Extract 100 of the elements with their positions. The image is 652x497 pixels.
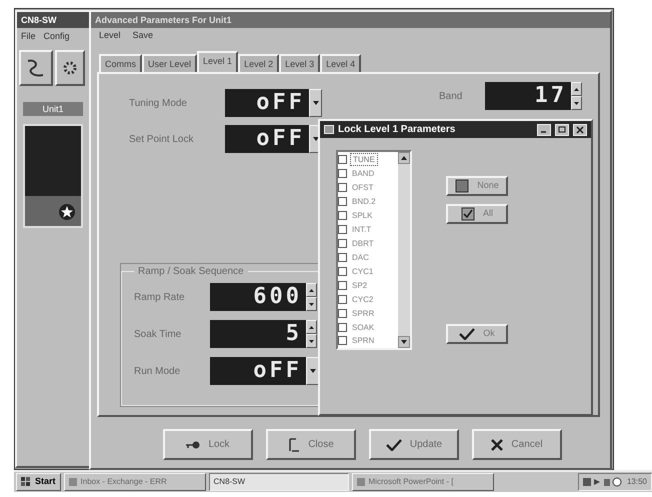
- close-button[interactable]: [573, 124, 587, 136]
- spin-down-button[interactable]: [571, 96, 582, 110]
- down-arrow-icon: [401, 340, 407, 344]
- list-item[interactable]: DBRT: [350, 238, 376, 249]
- value-display: oFF: [225, 89, 309, 117]
- checkbox[interactable]: [338, 308, 347, 318]
- dialog-button[interactable]: Close: [266, 429, 356, 460]
- checkbox[interactable]: [338, 211, 347, 220]
- tab[interactable]: Level 4: [320, 54, 362, 72]
- tab[interactable]: Comms: [99, 54, 142, 72]
- list-item[interactable]: TUNE: [350, 153, 378, 166]
- dropdown-button[interactable]: [309, 89, 322, 117]
- dialog-button[interactable]: None: [446, 176, 508, 196]
- dialog-button[interactable]: Ok: [446, 324, 508, 344]
- star-icon: [59, 204, 75, 220]
- list-item[interactable]: DAC: [350, 252, 371, 263]
- list-item[interactable]: SPLK: [350, 210, 374, 222]
- list-item[interactable]: SOAK: [350, 322, 376, 333]
- windows-logo-icon: [21, 477, 31, 487]
- list-item[interactable]: SPRR: [350, 308, 376, 319]
- window-title: Lock Level 1 Parameters: [338, 123, 456, 137]
- checkbox[interactable]: [338, 252, 347, 262]
- start-button[interactable]: Start: [16, 473, 61, 491]
- spin-up-button[interactable]: [306, 283, 317, 297]
- menu-item[interactable]: Config: [44, 30, 70, 44]
- app-icon: [356, 478, 365, 486]
- key-icon: [186, 440, 200, 450]
- checkbox[interactable]: [338, 155, 347, 164]
- tab[interactable]: Level 3: [279, 54, 320, 72]
- taskbar-button[interactable]: Inbox - Exchange - ERR: [64, 473, 206, 491]
- field-label: Soak Time: [134, 328, 182, 342]
- checkbox[interactable]: [338, 169, 347, 178]
- checkbox[interactable]: [338, 197, 347, 206]
- list-item[interactable]: CYC1: [350, 266, 376, 277]
- window-icon: [324, 125, 334, 134]
- checkbox[interactable]: [338, 183, 347, 192]
- dialog-button[interactable]: All: [446, 204, 508, 224]
- checkbox[interactable]: [338, 322, 347, 332]
- menu-item[interactable]: Level: [99, 29, 121, 43]
- up-arrow-icon: [309, 288, 314, 292]
- dialog-button[interactable]: Cancel: [472, 429, 562, 460]
- list-item[interactable]: BND.2: [350, 196, 378, 208]
- spin-down-button[interactable]: [306, 334, 317, 348]
- minimize-button[interactable]: [537, 124, 551, 136]
- checkmark-icon: [459, 328, 476, 340]
- down-arrow-icon: [312, 101, 318, 105]
- toolbar-button[interactable]: [55, 50, 85, 86]
- value-display: 600: [210, 283, 306, 311]
- close-icon: [491, 438, 504, 450]
- square-icon: [455, 179, 470, 193]
- group-title: Ramp / Soak Sequence: [137, 265, 245, 279]
- spin-up-button[interactable]: [571, 82, 582, 96]
- field-label: Set Point Lock: [129, 132, 194, 146]
- value-display: 5: [210, 320, 306, 348]
- app-icon: [68, 478, 77, 486]
- tab[interactable]: Level 1: [197, 51, 238, 72]
- dropdown-button[interactable]: [306, 357, 319, 385]
- tab[interactable]: User Level: [142, 54, 198, 72]
- window-title: CN8-SW: [17, 12, 89, 28]
- down-arrow-icon: [312, 137, 318, 141]
- down-arrow-icon: [309, 340, 314, 342]
- field-label: Tuning Mode: [129, 96, 188, 110]
- tab[interactable]: Level 2: [238, 54, 280, 72]
- spin-down-button[interactable]: [306, 297, 317, 311]
- up-arrow-icon: [401, 156, 407, 160]
- checkbox[interactable]: [338, 336, 347, 346]
- list-item[interactable]: SP2: [350, 280, 370, 291]
- dialog-button[interactable]: Update: [369, 429, 459, 460]
- value-display: 17: [485, 82, 571, 110]
- spin-up-button[interactable]: [306, 320, 317, 334]
- dialog-button[interactable]: Lock: [163, 429, 253, 460]
- ticked-box-icon: [460, 207, 475, 221]
- scrollbar[interactable]: [398, 152, 410, 348]
- taskbar-button[interactable]: Microsoft PowerPoint - [: [352, 473, 494, 491]
- clock: 13:50: [626, 476, 647, 488]
- checkbox[interactable]: [338, 294, 347, 304]
- list-item[interactable]: OFST: [350, 182, 376, 194]
- down-arrow-icon: [309, 302, 314, 306]
- checkbox[interactable]: [338, 280, 347, 290]
- maximize-button[interactable]: [555, 124, 569, 136]
- menu-item[interactable]: File: [21, 30, 36, 44]
- down-arrow-icon: [574, 102, 579, 104]
- up-arrow-icon: [309, 326, 314, 328]
- list-item[interactable]: SPRN: [350, 335, 376, 346]
- menu-item[interactable]: Save: [132, 29, 154, 43]
- close-icon: [575, 125, 585, 134]
- checkbox[interactable]: [338, 266, 347, 276]
- down-arrow-icon: [310, 369, 316, 373]
- panel-title: Unit1: [23, 102, 83, 116]
- door-icon: [288, 438, 300, 452]
- checkbox[interactable]: [338, 238, 347, 248]
- list-item[interactable]: INT.T: [350, 224, 374, 236]
- field-label: Run Mode: [134, 364, 182, 378]
- checkbox[interactable]: [338, 225, 347, 234]
- list-item[interactable]: CYC2: [350, 294, 376, 305]
- list-item[interactable]: BAND: [350, 168, 376, 180]
- up-arrow-icon: [574, 88, 579, 90]
- taskbar-button[interactable]: CN8-SW: [208, 473, 349, 491]
- toolbar-button[interactable]: [19, 50, 53, 86]
- value-display: oFF: [210, 357, 306, 385]
